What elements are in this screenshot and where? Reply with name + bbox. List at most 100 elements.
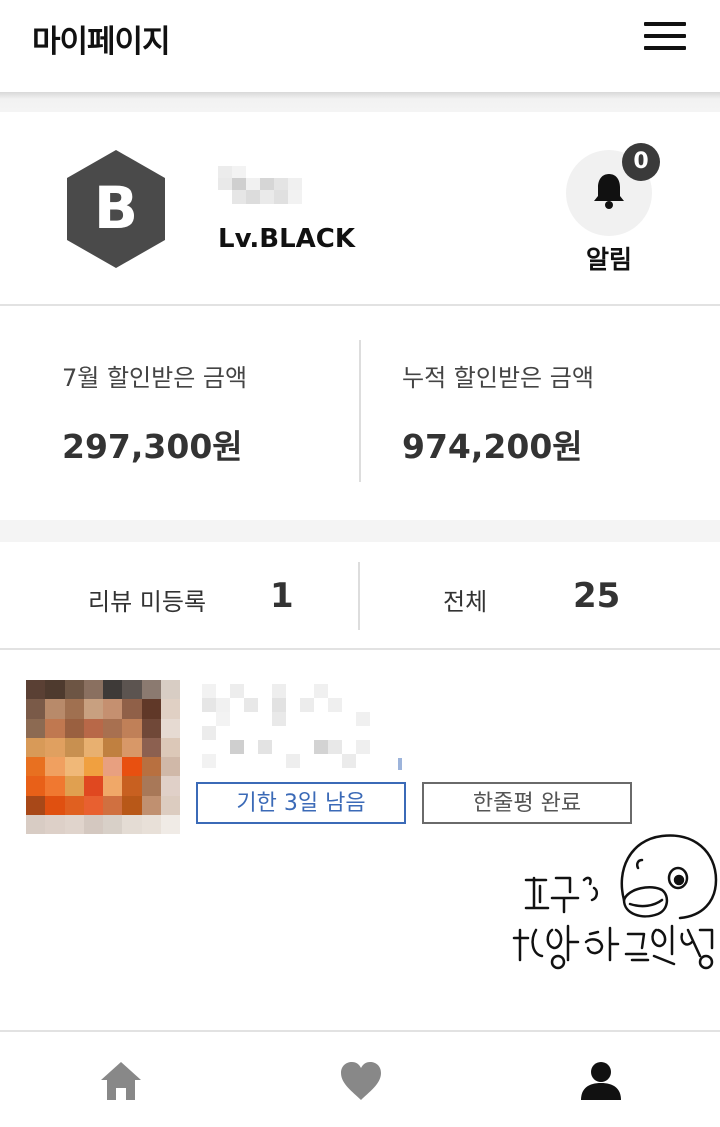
thumbnail-pixel [141,680,161,700]
blurred-username [218,166,302,204]
avatar-grade-badge: B [67,150,165,268]
nav-my-page[interactable] [480,1032,720,1127]
user-level: Lv.BLACK [218,224,356,254]
thumbnail-pixel [160,776,180,796]
blurred-product-title [202,684,402,770]
thumbnail-pixel [103,795,123,815]
thumbnail-pixel [122,795,142,815]
thumbnail-pixel [64,718,84,738]
thumbnail-pixel [26,680,46,700]
thumbnail-pixel [160,737,180,757]
thumbnail-pixel [141,737,161,757]
thumbnail-pixel [83,776,103,796]
total-savings-label: 누적 할인받은 금액 [402,364,594,392]
section-divider [0,520,720,542]
thumbnail-pixel [83,718,103,738]
thumbnail-pixel [103,757,123,777]
thumbnail-pixel [122,718,142,738]
thumbnail-pixel [26,795,46,815]
review-status-tag[interactable]: 한줄평 완료 [422,782,632,824]
pending-reviews-count: 1 [270,576,294,616]
avatar-letter: B [94,174,138,242]
thumbnail-pixel [26,776,46,796]
thumbnail-pixel [141,718,161,738]
thumbnail-pixel [26,814,46,834]
thumbnail-pixel [103,699,123,719]
thumbnail-pixel [45,795,65,815]
thumbnail-pixel [141,699,161,719]
thumbnail-pixel [160,795,180,815]
thumbnail-pixel [83,737,103,757]
app-header: 마이페이지 [0,0,720,92]
thumbnail-pixel [45,757,65,777]
thumbnail-pixel [122,680,142,700]
review-summary: 리뷰 미등록 1 전체 25 [0,542,720,650]
product-thumbnail[interactable] [26,680,180,834]
monthly-savings-label: 7월 할인받은 금액 [62,364,248,392]
monthly-savings-amount: 297,300원 [62,427,243,466]
notification-count-badge: 0 [622,143,660,181]
thumbnail-pixel [64,680,84,700]
thumbnail-pixel [64,699,84,719]
total-savings-amount: 974,200원 [402,427,583,466]
bottom-navigation [0,1030,720,1127]
thumbnail-pixel [103,737,123,757]
thumbnail-pixel [45,680,65,700]
thumbnail-pixel [26,757,46,777]
hamburger-menu-icon[interactable] [640,20,690,54]
page-title: 마이페이지 [32,24,171,60]
thumbnail-pixel [26,699,46,719]
thumbnail-pixel [45,776,65,796]
duck-watermark-logo [512,834,718,970]
thumbnail-pixel [64,737,84,757]
heart-icon [341,1062,381,1100]
savings-divider [359,340,361,482]
thumbnail-pixel [64,795,84,815]
thumbnail-pixel [103,776,123,796]
reviews-divider [358,562,360,630]
thumbnail-pixel [64,814,84,834]
thumbnail-pixel [122,814,142,834]
thumbnail-pixel [141,757,161,777]
thumbnail-pixel [45,699,65,719]
thumbnail-pixel [122,737,142,757]
thumbnail-pixel [141,814,161,834]
thumbnail-pixel [64,776,84,796]
thumbnail-pixel [83,699,103,719]
home-icon [101,1062,141,1100]
thumbnail-pixel [103,718,123,738]
thumbnail-pixel [122,776,142,796]
thumbnail-pixel [83,814,103,834]
thumbnail-pixel [160,814,180,834]
thumbnail-pixel [83,757,103,777]
thumbnail-pixel [45,737,65,757]
thumbnail-pixel [26,737,46,757]
thumbnail-pixel [45,814,65,834]
nav-home[interactable] [0,1032,240,1127]
thumbnail-pixel [160,757,180,777]
deadline-tag[interactable]: 기한 3일 남음 [196,782,406,824]
nav-wishlist[interactable] [240,1032,480,1127]
thumbnail-pixel [103,814,123,834]
thumbnail-pixel [64,757,84,777]
bell-icon [594,174,624,209]
thumbnail-pixel [83,795,103,815]
all-reviews-tab[interactable]: 전체 25 [361,542,720,650]
person-icon [581,1062,621,1100]
thumbnail-pixel [141,795,161,815]
section-divider [0,92,720,112]
thumbnail-pixel [122,699,142,719]
thumbnail-pixel [160,718,180,738]
thumbnail-pixel [141,776,161,796]
thumbnail-pixel [160,680,180,700]
thumbnail-pixel [122,757,142,777]
thumbnail-pixel [45,718,65,738]
thumbnail-pixel [103,680,123,700]
thumbnail-pixel [83,680,103,700]
notification-label: 알림 [585,245,632,274]
thumbnail-pixel [160,699,180,719]
profile-section: B Lv.BLACK 0 알림 [0,112,720,306]
pending-reviews-tab[interactable]: 리뷰 미등록 1 [0,542,359,650]
savings-summary: 7월 할인받은 금액 297,300원 누적 할인받은 금액 974,200원 [0,308,720,520]
pending-reviews-label: 리뷰 미등록 [88,588,207,616]
